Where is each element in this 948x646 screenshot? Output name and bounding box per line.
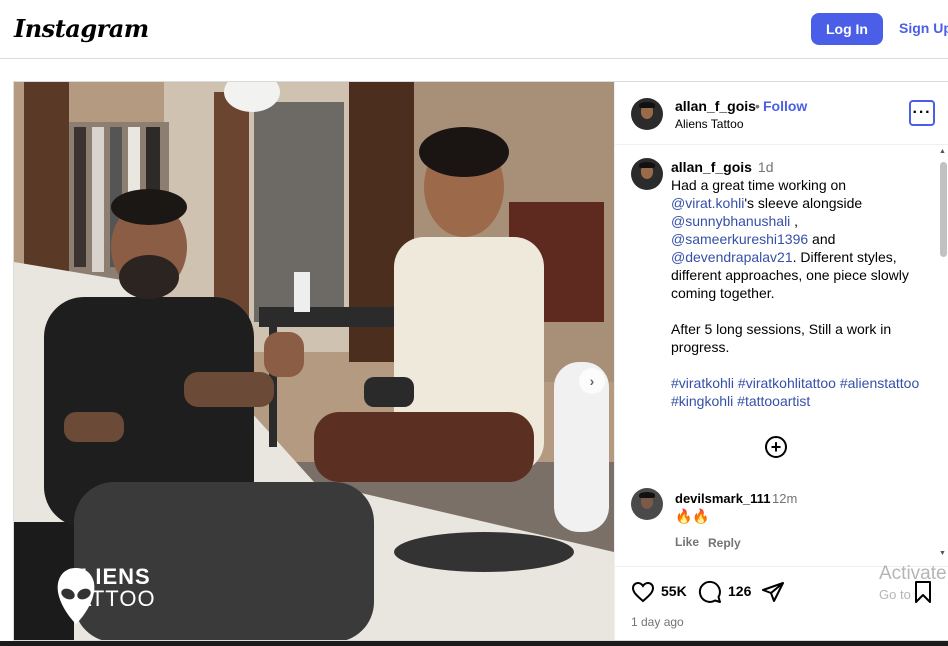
scroll-up-icon[interactable]: ▲ bbox=[939, 148, 946, 155]
caption-segment: 's sleeve alongside bbox=[744, 195, 863, 211]
comments-section[interactable]: allan_f_gois 1d Had a great time working … bbox=[615, 146, 948, 566]
comments-count[interactable]: 126 bbox=[728, 583, 751, 599]
caption-segment: and bbox=[808, 231, 836, 247]
comments-scrollbar[interactable]: ▲ ▼ bbox=[938, 148, 948, 558]
follow-button[interactable]: Follow bbox=[763, 98, 807, 114]
comment-reply-button[interactable]: Reply bbox=[708, 536, 741, 550]
photo-illustration bbox=[14, 82, 614, 640]
post-header: allan_f_gois • Follow Aliens Tattoo ··· bbox=[615, 82, 948, 145]
alien-logo-icon bbox=[57, 568, 95, 624]
commenter-avatar[interactable] bbox=[631, 488, 663, 520]
post-side-panel: allan_f_gois • Follow Aliens Tattoo ··· … bbox=[614, 82, 948, 640]
more-options-icon[interactable]: ··· bbox=[909, 100, 935, 126]
mention-link[interactable]: @virat.kohli bbox=[671, 195, 744, 211]
mention-link[interactable]: @sunnybhanushali bbox=[671, 213, 790, 229]
author-avatar[interactable] bbox=[631, 98, 663, 130]
comment-time: 12m bbox=[772, 491, 798, 506]
scroll-down-icon[interactable]: ▼ bbox=[939, 550, 946, 557]
comment-like-button[interactable]: Like bbox=[675, 535, 699, 549]
instagram-logo[interactable]: Instagram bbox=[14, 14, 149, 43]
caption-segment: Had a great time working on bbox=[671, 177, 847, 193]
post-photo[interactable]: › ALIENS TATTOO bbox=[14, 82, 614, 640]
scroll-thumb[interactable] bbox=[940, 162, 947, 257]
caption-time: 1d bbox=[757, 159, 774, 175]
location-link[interactable]: Aliens Tattoo bbox=[675, 117, 744, 131]
author-username[interactable]: allan_f_gois bbox=[675, 98, 756, 114]
hashtags[interactable]: #viratkohli #viratkohlitattoo #alienstat… bbox=[671, 374, 921, 410]
share-icon[interactable] bbox=[761, 580, 785, 604]
chevron-right-icon[interactable]: › bbox=[579, 368, 605, 394]
aliens-tattoo-watermark: ALIENS TATTOO bbox=[54, 566, 156, 624]
caption-avatar[interactable] bbox=[631, 158, 663, 190]
comment-icon[interactable] bbox=[698, 580, 722, 604]
signup-link[interactable]: Sign Up bbox=[899, 20, 948, 36]
heart-icon[interactable] bbox=[631, 580, 655, 604]
caption-segment: , bbox=[790, 213, 799, 229]
activate-line1: Activate bbox=[879, 563, 947, 584]
activate-line2: Go to bbox=[879, 587, 911, 602]
commenter-username[interactable]: devilsmark_111 bbox=[675, 491, 770, 506]
mention-link[interactable]: @sameerkureshi1396 bbox=[671, 231, 808, 247]
activate-windows-watermark: Activate Go to bbox=[879, 563, 947, 602]
separator-dot: • bbox=[755, 98, 760, 114]
plus-circle-icon[interactable]: + bbox=[765, 436, 787, 458]
login-button[interactable]: Log In bbox=[811, 13, 883, 45]
caption: allan_f_gois 1d Had a great time working … bbox=[671, 158, 921, 410]
post-date: 1 day ago bbox=[631, 615, 684, 629]
top-navigation-bar: Instagram Log In Sign Up bbox=[0, 0, 948, 59]
caption-username[interactable]: allan_f_gois bbox=[671, 159, 752, 175]
caption-paragraph-2: After 5 long sessions, Still a work in p… bbox=[671, 321, 892, 355]
taskbar-strip bbox=[0, 641, 948, 646]
post-card: › ALIENS TATTOO allan_f_gois • Follow Al… bbox=[13, 81, 948, 641]
caption-text: Had a great time working on @virat.kohli… bbox=[671, 176, 921, 302]
likes-count[interactable]: 55K bbox=[661, 583, 687, 599]
comment-text: 🔥🔥 bbox=[675, 508, 710, 524]
mention-link[interactable]: @devendrapalav21 bbox=[671, 249, 793, 265]
